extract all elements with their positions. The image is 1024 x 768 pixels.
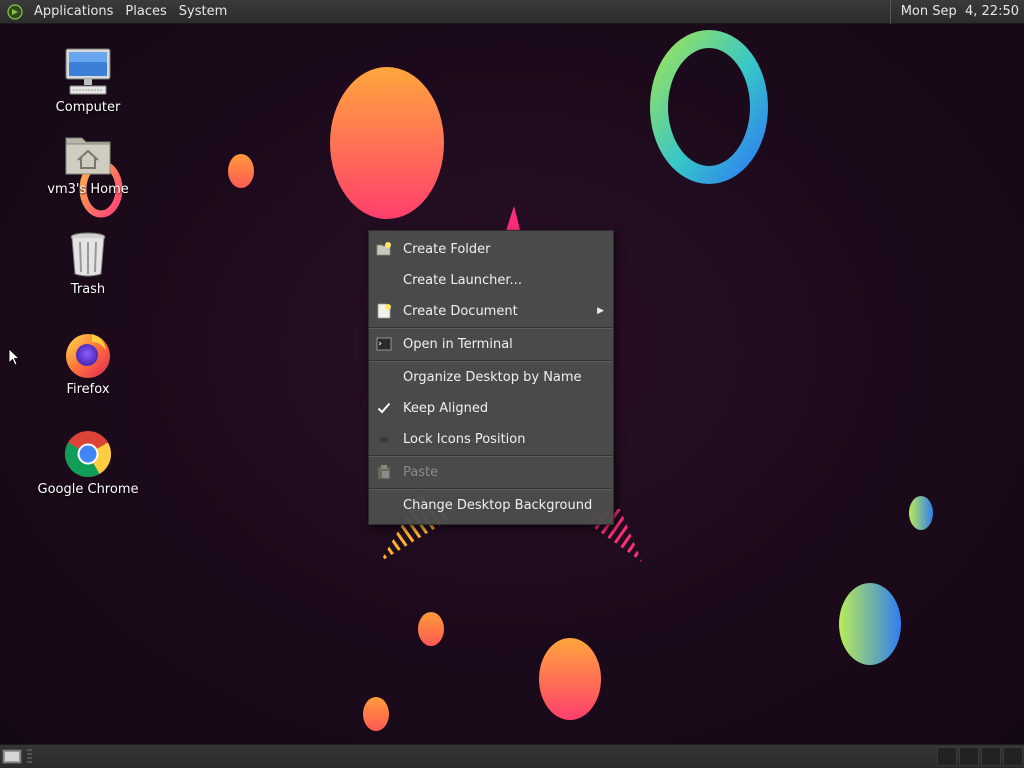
desktop-icon-label: Trash [70,282,106,297]
menu-item-label: Open in Terminal [403,337,513,352]
desktop-icon-home[interactable]: vm3's Home [33,128,143,197]
system-menu[interactable]: System [173,0,233,24]
workspace-1[interactable] [937,747,957,766]
chrome-icon [65,431,112,477]
desktop-icon-chrome[interactable]: Google Chrome [33,428,143,497]
clock[interactable]: Mon Sep 4, 22:50 [889,0,1019,24]
home-folder-icon [65,137,111,175]
menu-item-label: Create Folder [403,242,491,257]
menu-item-label: Create Document [403,304,518,319]
applications-menu[interactable]: Applications [28,0,119,24]
bottom-panel [0,744,1024,768]
workspace-2[interactable] [959,747,979,766]
trash-icon [70,232,106,277]
folder-new-icon [376,241,392,257]
menu-item-open-in-terminal[interactable]: Open in Terminal [369,329,613,360]
mouse-pointer-icon [8,348,20,366]
desktop-icon-label: Google Chrome [37,482,139,497]
desktop-icon-computer[interactable]: Computer [33,46,143,115]
paste-icon [376,464,392,480]
desktop-icon-label: Firefox [66,382,110,397]
desktop[interactable]: Computer vm3's Home Trash Firefox Google… [0,24,1024,744]
desktop-icon-label: Computer [55,100,121,115]
menu-item-label: Keep Aligned [403,401,489,416]
firefox-icon [66,334,110,378]
submenu-arrow-icon: ▶ [597,306,604,316]
menu-item-paste: Paste [369,457,613,488]
panel-handle[interactable] [27,749,32,763]
desktop-icon-label: vm3's Home [47,182,129,197]
computer-icon [65,48,111,95]
show-desktop-icon[interactable] [2,747,22,765]
terminal-icon [376,336,392,352]
workspace-3[interactable] [981,747,1001,766]
top-panel: Applications Places System Mon Sep 4, 22… [0,0,1024,24]
menu-item-organize-by-name[interactable]: Organize Desktop by Name [369,362,613,393]
menu-item-create-launcher[interactable]: Create Launcher... [369,265,613,296]
menu-item-label: Paste [403,465,439,480]
document-new-icon [376,303,392,319]
menu-item-label: Organize Desktop by Name [403,370,582,385]
menu-item-create-folder[interactable]: Create Folder [369,234,613,265]
menu-item-change-background[interactable]: Change Desktop Background [369,490,613,521]
desktop-icon-firefox[interactable]: Firefox [33,328,143,397]
menu-item-lock-icons-position[interactable]: Lock Icons Position [369,424,613,455]
desktop-icon-trash[interactable]: Trash [33,228,143,297]
menu-item-label: Create Launcher... [403,273,522,288]
unchecked-box-icon [376,431,392,447]
menu-item-label: Lock Icons Position [403,432,526,447]
checkmark-icon [376,400,392,416]
desktop-context-menu: Create Folder Create Launcher... Create … [368,230,614,525]
mate-logo-icon[interactable] [6,3,24,21]
workspace-4[interactable] [1003,747,1023,766]
places-menu[interactable]: Places [119,0,172,24]
menu-item-keep-aligned[interactable]: Keep Aligned [369,393,613,424]
menu-item-create-document[interactable]: Create Document ▶ [369,296,613,327]
menu-item-label: Change Desktop Background [403,498,593,513]
